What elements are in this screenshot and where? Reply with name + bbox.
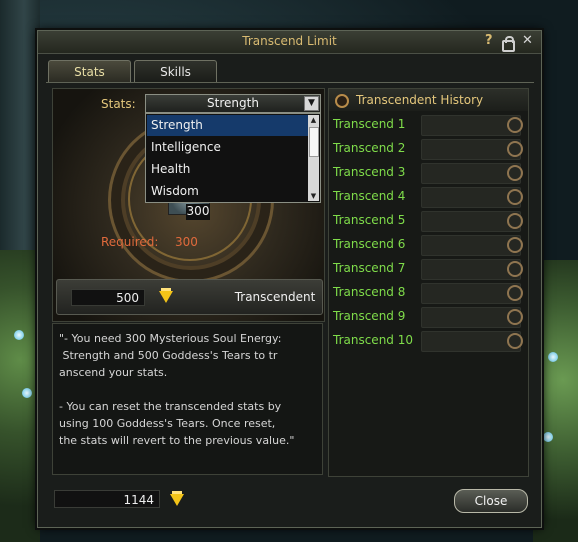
cost-bar: 500 Transcendent	[56, 279, 323, 315]
dropdown-option-strength[interactable]: Strength	[147, 115, 310, 136]
tab-stats[interactable]: Stats	[48, 60, 131, 83]
reset-icon[interactable]	[507, 237, 523, 253]
history-row-label: Transcend 9	[333, 309, 406, 323]
transcend-limit-window: Transcend Limit ? ✕ Stats Skills Stats: …	[37, 30, 542, 528]
stats-dropdown-value: Strength	[207, 96, 259, 110]
reset-icon[interactable]	[507, 309, 523, 325]
reset-icon[interactable]	[507, 261, 523, 277]
close-icon[interactable]: ✕	[522, 34, 533, 48]
window-title: Transcend Limit	[242, 34, 337, 48]
history-slot	[421, 259, 521, 280]
reset-icon[interactable]	[507, 333, 523, 349]
history-row-label: Transcend 4	[333, 189, 406, 203]
history-title: Transcendent History	[356, 93, 484, 107]
reset-icon[interactable]	[507, 213, 523, 229]
history-row: Transcend 8	[333, 283, 524, 304]
stats-label: Stats:	[101, 97, 136, 111]
history-row-label: Transcend 5	[333, 213, 406, 227]
history-slot	[421, 211, 521, 232]
history-slot	[421, 283, 521, 304]
background-foliage	[0, 250, 40, 542]
history-row: Transcend 6	[333, 235, 524, 256]
required-value: 300	[175, 235, 198, 249]
tab-divider	[46, 82, 534, 83]
flower-decoration	[548, 352, 558, 362]
lock-icon[interactable]	[502, 36, 515, 52]
history-row: Transcend 4	[333, 187, 524, 208]
history-row: Transcend 9	[333, 307, 524, 328]
reset-icon[interactable]	[507, 141, 523, 157]
tab-skills[interactable]: Skills	[134, 60, 217, 83]
history-row: Transcend 7	[333, 259, 524, 280]
stat-value: 300	[186, 204, 210, 220]
flower-decoration	[22, 388, 32, 398]
required-label: Required:	[101, 235, 159, 249]
history-icon	[335, 94, 349, 108]
flower-decoration	[543, 432, 553, 442]
history-header: Transcendent History	[329, 89, 528, 111]
cost-amount: 500	[71, 289, 145, 306]
stats-dropdown-list: Strength Intelligence Health Wisdom ▲ ▼	[145, 113, 321, 203]
description-text-1: "- You need 300 Mysterious Soul Energy: …	[59, 332, 282, 379]
history-row-label: Transcend 8	[333, 285, 406, 299]
history-slot	[421, 139, 521, 160]
help-icon[interactable]: ?	[485, 34, 493, 48]
history-slot	[421, 163, 521, 184]
goddess-tear-gem-icon	[170, 491, 184, 507]
goddess-tear-gem-icon	[159, 288, 173, 304]
stats-dropdown[interactable]: Strength ▼	[145, 94, 321, 113]
history-row-label: Transcend 10	[333, 333, 413, 347]
description-text-2: - You can reset the transcended stats by…	[59, 400, 295, 447]
history-row-label: Transcend 6	[333, 237, 406, 251]
transcendent-history-panel: Transcendent History Transcend 1 Transce…	[328, 88, 529, 477]
scroll-down-icon[interactable]: ▼	[308, 191, 319, 201]
history-row: Transcend 1	[333, 115, 524, 136]
history-row-label: Transcend 7	[333, 261, 406, 275]
dropdown-scrollbar[interactable]: ▲ ▼	[308, 115, 319, 201]
history-row-label: Transcend 3	[333, 165, 406, 179]
reset-icon[interactable]	[507, 165, 523, 181]
history-row: Transcend 5	[333, 211, 524, 232]
chevron-down-icon[interactable]: ▼	[304, 96, 319, 111]
reset-icon[interactable]	[507, 189, 523, 205]
dropdown-option-intelligence[interactable]: Intelligence	[147, 137, 310, 158]
reset-icon[interactable]	[507, 285, 523, 301]
history-row: Transcend 3	[333, 163, 524, 184]
reset-icon[interactable]	[507, 117, 523, 133]
scroll-thumb[interactable]	[309, 127, 319, 157]
history-slot	[421, 115, 521, 136]
dropdown-option-wisdom[interactable]: Wisdom	[147, 181, 310, 202]
history-slot	[421, 307, 521, 328]
history-slot	[421, 187, 521, 208]
close-button[interactable]: Close	[454, 489, 528, 513]
transcendent-button[interactable]: Transcendent	[234, 289, 316, 306]
flower-decoration	[14, 330, 24, 340]
history-slot	[421, 331, 521, 352]
description-panel: "- You need 300 Mysterious Soul Energy: …	[52, 323, 323, 475]
history-row: Transcend 2	[333, 139, 524, 160]
scroll-up-icon[interactable]: ▲	[308, 115, 319, 125]
history-row: Transcend 10	[333, 331, 524, 352]
history-slot	[421, 235, 521, 256]
history-row-label: Transcend 2	[333, 141, 406, 155]
currency-amount: 1144	[54, 490, 160, 508]
history-row-label: Transcend 1	[333, 117, 406, 131]
title-bar[interactable]: Transcend Limit ? ✕	[38, 31, 541, 54]
dropdown-option-health[interactable]: Health	[147, 159, 310, 180]
